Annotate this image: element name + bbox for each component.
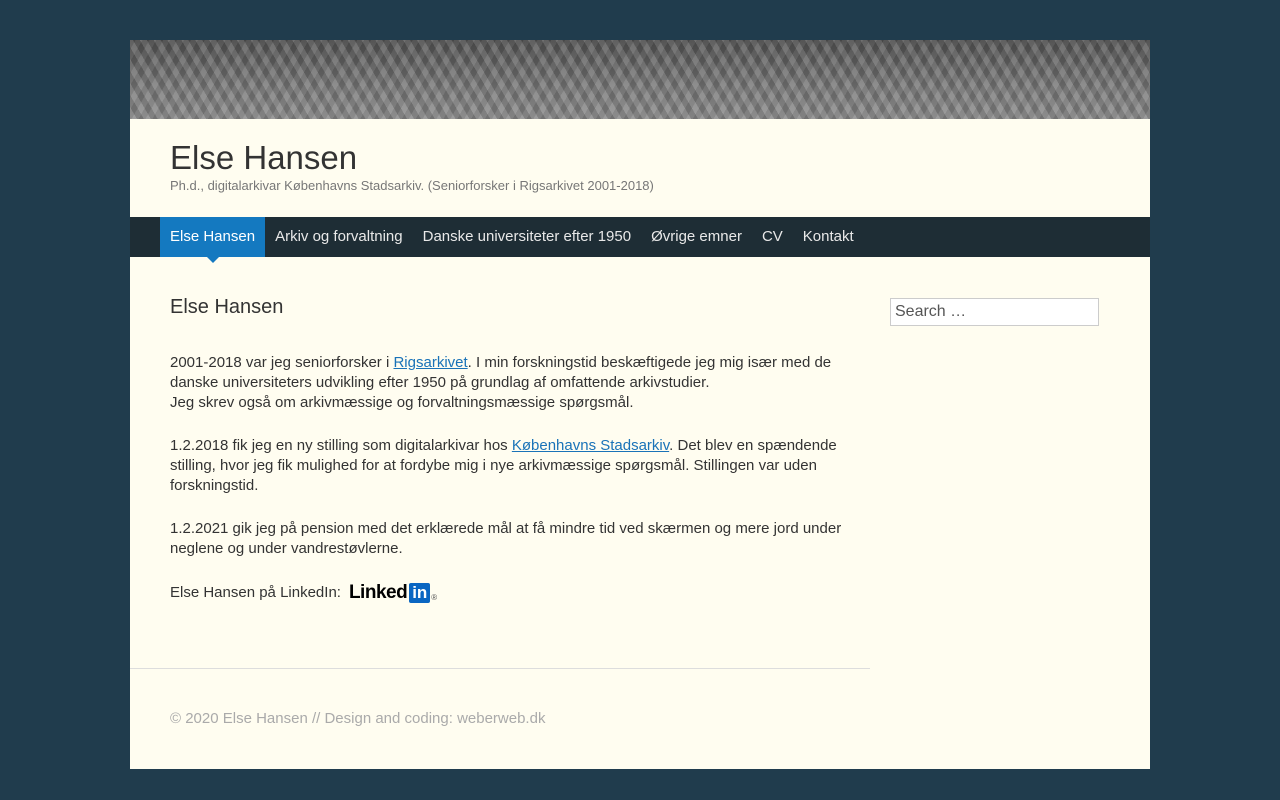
linkedin-logo-registered: ® [431,593,438,602]
nav-item-else-hansen[interactable]: Else Hansen [160,217,266,263]
nav-item-ovrige-emner[interactable]: Øvrige emner [641,217,752,257]
site-header: Else Hansen Ph.d., digitalarkivar Københ… [170,140,654,194]
main-content: Else Hansen 2001-2018 var jeg seniorfors… [170,295,870,603]
nav-item-danske-universiteter[interactable]: Danske universiteter efter 1950 [413,217,641,257]
nav-item-arkiv-og-forvaltning[interactable]: Arkiv og forvaltning [265,217,413,257]
sidebar [890,298,1099,326]
page-title: Else Hansen [170,296,284,318]
footer-divider [130,668,870,669]
kobenhavns-stadsarkiv-link[interactable]: Københavns Stadsarkiv [512,437,669,454]
linkedin-logo-word: Linked [348,582,408,603]
site-title[interactable]: Else Hansen [170,140,654,176]
nav-item-kontakt[interactable]: Kontakt [793,217,864,257]
nav-item-cv[interactable]: CV [752,217,793,257]
paragraph-pension: 1.2.2021 gik jeg på pension med det erkl… [170,520,842,557]
main-navigation: Else Hansen Arkiv og forvaltning Danske … [130,217,1150,263]
footer-text: © 2020 Else Hansen // Design and coding:… [170,710,546,727]
rigsarkivet-link[interactable]: Rigsarkivet [393,354,467,371]
paragraph-rigsarkivet: 2001-2018 var jeg seniorforsker i Rigsar… [170,353,870,413]
paragraph-stadsarkiv: 1.2.2018 fik jeg en ny stilling som digi… [170,436,870,496]
linkedin-logo-box: in [409,583,431,603]
linkedin-row: Else Hansen på LinkedIn: Linked in ® [170,583,870,603]
paragraph-text: Jeg skrev også om arkivmæssige og forval… [170,394,634,411]
paragraph-text: 2001-2018 var jeg seniorforsker i [170,354,394,371]
linkedin-label: Else Hansen på LinkedIn: [170,584,341,601]
search-input[interactable] [890,298,1099,326]
linkedin-logo-icon[interactable]: Linked in ® [349,583,437,603]
paragraph-text: 1.2.2018 fik jeg en ny stilling som digi… [170,437,512,454]
site-footer: © 2020 Else Hansen // Design and coding:… [170,710,545,727]
site-description: Ph.d., digitalarkivar Københavns Stadsar… [170,178,654,193]
page-container: Else Hansen Ph.d., digitalarkivar Københ… [130,40,1150,769]
header-banner-image [130,40,1150,119]
